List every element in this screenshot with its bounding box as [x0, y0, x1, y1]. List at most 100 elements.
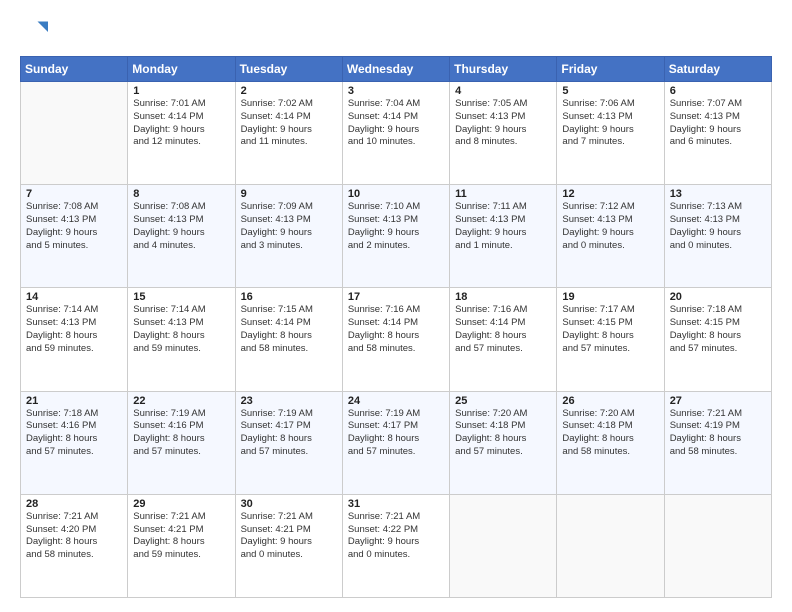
calendar-cell: 7Sunrise: 7:08 AM Sunset: 4:13 PM Daylig…: [21, 185, 128, 288]
calendar-cell: [557, 494, 664, 597]
calendar-cell: 19Sunrise: 7:17 AM Sunset: 4:15 PM Dayli…: [557, 288, 664, 391]
calendar-cell: 3Sunrise: 7:04 AM Sunset: 4:14 PM Daylig…: [342, 82, 449, 185]
day-number: 29: [133, 498, 229, 510]
header-day-sunday: Sunday: [21, 57, 128, 82]
day-number: 6: [670, 85, 766, 97]
calendar-cell: 17Sunrise: 7:16 AM Sunset: 4:14 PM Dayli…: [342, 288, 449, 391]
day-number: 8: [133, 188, 229, 200]
day-number: 19: [562, 291, 658, 303]
day-number: 21: [26, 395, 122, 407]
day-number: 20: [670, 291, 766, 303]
day-info: Sunrise: 7:06 AM Sunset: 4:13 PM Dayligh…: [562, 98, 658, 149]
logo-icon: [20, 18, 48, 46]
day-info: Sunrise: 7:18 AM Sunset: 4:15 PM Dayligh…: [670, 304, 766, 355]
calendar-cell: [664, 494, 771, 597]
day-number: 4: [455, 85, 551, 97]
week-row-3: 21Sunrise: 7:18 AM Sunset: 4:16 PM Dayli…: [21, 391, 772, 494]
logo: [20, 18, 52, 46]
day-info: Sunrise: 7:13 AM Sunset: 4:13 PM Dayligh…: [670, 201, 766, 252]
day-number: 28: [26, 498, 122, 510]
calendar-cell: 30Sunrise: 7:21 AM Sunset: 4:21 PM Dayli…: [235, 494, 342, 597]
day-info: Sunrise: 7:19 AM Sunset: 4:17 PM Dayligh…: [348, 408, 444, 459]
day-number: 25: [455, 395, 551, 407]
day-info: Sunrise: 7:20 AM Sunset: 4:18 PM Dayligh…: [562, 408, 658, 459]
calendar-cell: 25Sunrise: 7:20 AM Sunset: 4:18 PM Dayli…: [450, 391, 557, 494]
calendar-cell: 11Sunrise: 7:11 AM Sunset: 4:13 PM Dayli…: [450, 185, 557, 288]
calendar-cell: 1Sunrise: 7:01 AM Sunset: 4:14 PM Daylig…: [128, 82, 235, 185]
calendar-cell: 21Sunrise: 7:18 AM Sunset: 4:16 PM Dayli…: [21, 391, 128, 494]
calendar-cell: 4Sunrise: 7:05 AM Sunset: 4:13 PM Daylig…: [450, 82, 557, 185]
calendar-cell: 15Sunrise: 7:14 AM Sunset: 4:13 PM Dayli…: [128, 288, 235, 391]
day-info: Sunrise: 7:08 AM Sunset: 4:13 PM Dayligh…: [133, 201, 229, 252]
header-day-friday: Friday: [557, 57, 664, 82]
day-number: 18: [455, 291, 551, 303]
day-info: Sunrise: 7:14 AM Sunset: 4:13 PM Dayligh…: [26, 304, 122, 355]
day-info: Sunrise: 7:21 AM Sunset: 4:22 PM Dayligh…: [348, 511, 444, 562]
week-row-4: 28Sunrise: 7:21 AM Sunset: 4:20 PM Dayli…: [21, 494, 772, 597]
day-number: 17: [348, 291, 444, 303]
calendar-cell: 6Sunrise: 7:07 AM Sunset: 4:13 PM Daylig…: [664, 82, 771, 185]
calendar-cell: 13Sunrise: 7:13 AM Sunset: 4:13 PM Dayli…: [664, 185, 771, 288]
header-day-saturday: Saturday: [664, 57, 771, 82]
day-number: 10: [348, 188, 444, 200]
day-number: 5: [562, 85, 658, 97]
calendar-cell: 22Sunrise: 7:19 AM Sunset: 4:16 PM Dayli…: [128, 391, 235, 494]
header: [20, 18, 772, 46]
calendar-cell: 10Sunrise: 7:10 AM Sunset: 4:13 PM Dayli…: [342, 185, 449, 288]
day-info: Sunrise: 7:01 AM Sunset: 4:14 PM Dayligh…: [133, 98, 229, 149]
calendar-cell: 9Sunrise: 7:09 AM Sunset: 4:13 PM Daylig…: [235, 185, 342, 288]
day-info: Sunrise: 7:16 AM Sunset: 4:14 PM Dayligh…: [348, 304, 444, 355]
day-number: 27: [670, 395, 766, 407]
calendar-table: SundayMondayTuesdayWednesdayThursdayFrid…: [20, 56, 772, 598]
calendar-cell: 2Sunrise: 7:02 AM Sunset: 4:14 PM Daylig…: [235, 82, 342, 185]
day-info: Sunrise: 7:12 AM Sunset: 4:13 PM Dayligh…: [562, 201, 658, 252]
day-info: Sunrise: 7:16 AM Sunset: 4:14 PM Dayligh…: [455, 304, 551, 355]
calendar-cell: [21, 82, 128, 185]
day-info: Sunrise: 7:20 AM Sunset: 4:18 PM Dayligh…: [455, 408, 551, 459]
header-row: SundayMondayTuesdayWednesdayThursdayFrid…: [21, 57, 772, 82]
header-day-wednesday: Wednesday: [342, 57, 449, 82]
day-number: 26: [562, 395, 658, 407]
calendar-cell: 14Sunrise: 7:14 AM Sunset: 4:13 PM Dayli…: [21, 288, 128, 391]
day-number: 1: [133, 85, 229, 97]
day-info: Sunrise: 7:05 AM Sunset: 4:13 PM Dayligh…: [455, 98, 551, 149]
day-number: 12: [562, 188, 658, 200]
day-info: Sunrise: 7:21 AM Sunset: 4:19 PM Dayligh…: [670, 408, 766, 459]
day-info: Sunrise: 7:07 AM Sunset: 4:13 PM Dayligh…: [670, 98, 766, 149]
day-number: 7: [26, 188, 122, 200]
day-info: Sunrise: 7:17 AM Sunset: 4:15 PM Dayligh…: [562, 304, 658, 355]
day-number: 23: [241, 395, 337, 407]
day-number: 22: [133, 395, 229, 407]
day-number: 3: [348, 85, 444, 97]
day-info: Sunrise: 7:21 AM Sunset: 4:20 PM Dayligh…: [26, 511, 122, 562]
day-number: 16: [241, 291, 337, 303]
day-number: 24: [348, 395, 444, 407]
header-day-thursday: Thursday: [450, 57, 557, 82]
day-number: 2: [241, 85, 337, 97]
calendar-cell: 24Sunrise: 7:19 AM Sunset: 4:17 PM Dayli…: [342, 391, 449, 494]
day-info: Sunrise: 7:10 AM Sunset: 4:13 PM Dayligh…: [348, 201, 444, 252]
calendar-cell: 31Sunrise: 7:21 AM Sunset: 4:22 PM Dayli…: [342, 494, 449, 597]
calendar-body: 1Sunrise: 7:01 AM Sunset: 4:14 PM Daylig…: [21, 82, 772, 598]
header-day-tuesday: Tuesday: [235, 57, 342, 82]
week-row-1: 7Sunrise: 7:08 AM Sunset: 4:13 PM Daylig…: [21, 185, 772, 288]
calendar-cell: [450, 494, 557, 597]
day-number: 30: [241, 498, 337, 510]
day-info: Sunrise: 7:18 AM Sunset: 4:16 PM Dayligh…: [26, 408, 122, 459]
day-info: Sunrise: 7:14 AM Sunset: 4:13 PM Dayligh…: [133, 304, 229, 355]
day-info: Sunrise: 7:19 AM Sunset: 4:17 PM Dayligh…: [241, 408, 337, 459]
day-info: Sunrise: 7:08 AM Sunset: 4:13 PM Dayligh…: [26, 201, 122, 252]
day-number: 31: [348, 498, 444, 510]
week-row-0: 1Sunrise: 7:01 AM Sunset: 4:14 PM Daylig…: [21, 82, 772, 185]
calendar-cell: 5Sunrise: 7:06 AM Sunset: 4:13 PM Daylig…: [557, 82, 664, 185]
day-number: 14: [26, 291, 122, 303]
day-number: 11: [455, 188, 551, 200]
calendar-cell: 12Sunrise: 7:12 AM Sunset: 4:13 PM Dayli…: [557, 185, 664, 288]
day-number: 15: [133, 291, 229, 303]
page: SundayMondayTuesdayWednesdayThursdayFrid…: [0, 0, 792, 612]
day-info: Sunrise: 7:19 AM Sunset: 4:16 PM Dayligh…: [133, 408, 229, 459]
day-info: Sunrise: 7:02 AM Sunset: 4:14 PM Dayligh…: [241, 98, 337, 149]
calendar-cell: 8Sunrise: 7:08 AM Sunset: 4:13 PM Daylig…: [128, 185, 235, 288]
calendar-cell: 26Sunrise: 7:20 AM Sunset: 4:18 PM Dayli…: [557, 391, 664, 494]
calendar-cell: 29Sunrise: 7:21 AM Sunset: 4:21 PM Dayli…: [128, 494, 235, 597]
